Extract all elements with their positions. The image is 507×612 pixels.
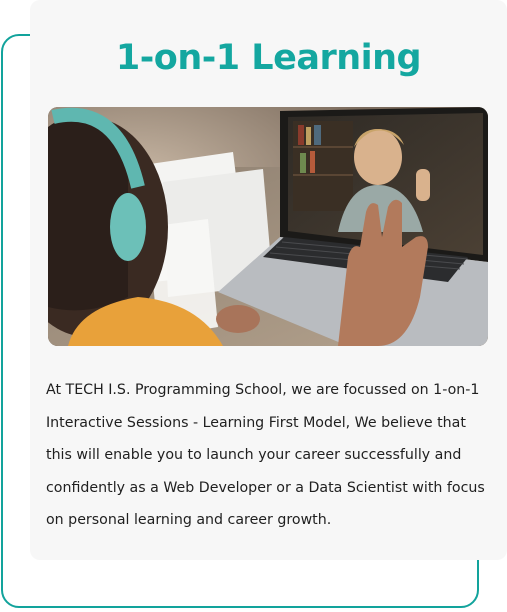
feature-card: 1-on-1 Learning At TECH I.S. Programming… [30,0,507,560]
feature-photo [48,107,488,346]
feature-section: 1-on-1 Learning At TECH I.S. Programming… [0,0,507,612]
card-description: At TECH I.S. Programming School, we are … [46,382,485,528]
card-title: 1-on-1 Learning [115,38,422,78]
